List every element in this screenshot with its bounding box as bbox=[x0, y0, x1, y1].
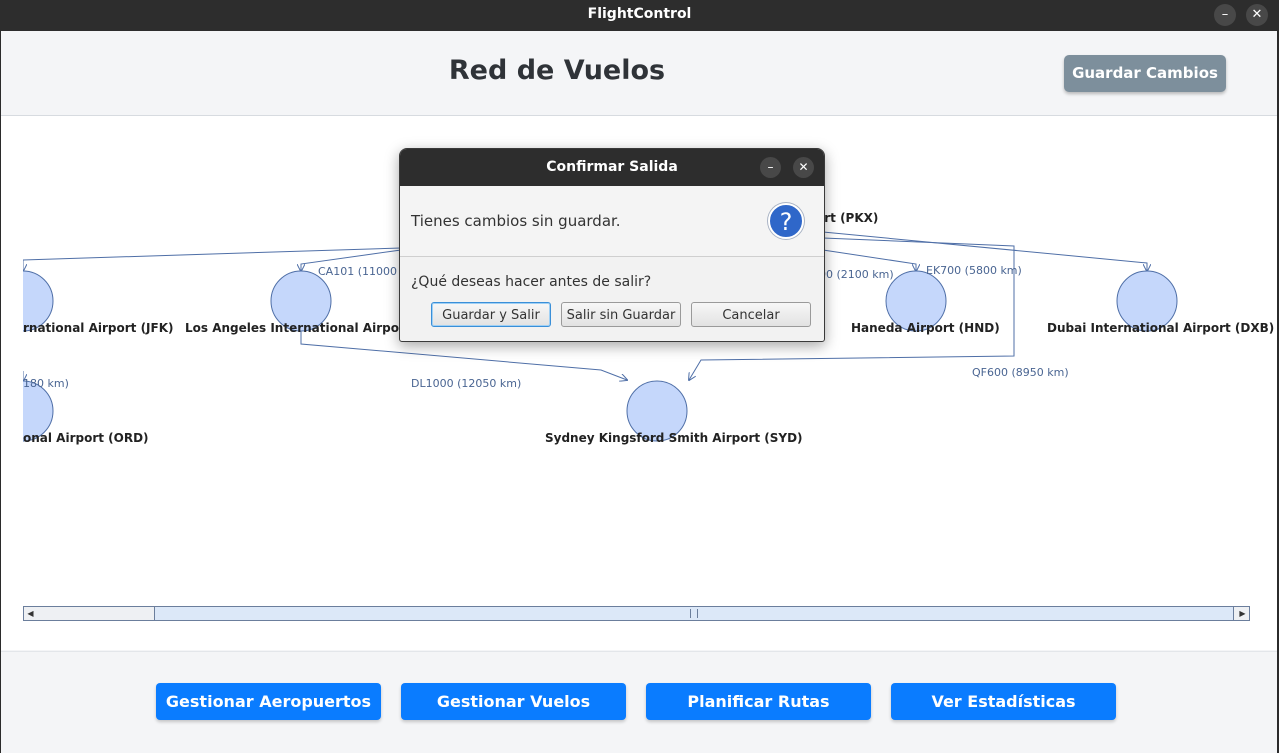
cancel-button[interactable]: Cancelar bbox=[691, 302, 811, 327]
dialog-message: Tienes cambios sin guardar. bbox=[411, 212, 621, 230]
dialog-message-area: Tienes cambios sin guardar. ? bbox=[400, 186, 824, 257]
dialog-close-button[interactable]: ✕ bbox=[793, 157, 814, 178]
node-label-dxb: Dubai International Airport (DXB) bbox=[1047, 321, 1274, 335]
view-statistics-button[interactable]: Ver Estadísticas bbox=[891, 683, 1116, 720]
footer-toolbar: Gestionar Aeropuertos Gestionar Vuelos P… bbox=[1, 651, 1277, 753]
app-window: Red de Vuelos Guardar Cambios CA101 (110… bbox=[1, 31, 1277, 753]
header: Red de Vuelos Guardar Cambios bbox=[1, 31, 1277, 116]
window-close-button[interactable]: ✕ bbox=[1246, 4, 1268, 26]
node-label-ord: onal Airport (ORD) bbox=[23, 431, 149, 445]
scrollbar-thumb[interactable] bbox=[154, 607, 1234, 620]
node-label-syd: Sydney Kingsford Smith Airport (SYD) bbox=[545, 431, 803, 445]
scrollbar-grip-icon bbox=[690, 609, 698, 618]
save-and-exit-button[interactable]: Guardar y Salir bbox=[431, 302, 551, 327]
scroll-left-arrow-icon[interactable]: ◀ bbox=[24, 607, 37, 620]
question-icon: ? bbox=[768, 203, 804, 239]
save-changes-button[interactable]: Guardar Cambios bbox=[1064, 55, 1226, 92]
node-label-pkx: ort (PKX) bbox=[816, 211, 878, 225]
dialog-titlebar: Confirmar Salida – ✕ bbox=[400, 149, 824, 186]
manage-airports-button[interactable]: Gestionar Aeropuertos bbox=[156, 683, 381, 720]
node-label-jfk: rnational Airport (JFK) bbox=[23, 321, 174, 335]
window-title: FlightControl bbox=[587, 6, 692, 22]
confirm-exit-dialog: Confirmar Salida – ✕ Tienes cambios sin … bbox=[399, 148, 825, 342]
dialog-question: ¿Qué deseas hacer antes de salir? bbox=[411, 274, 652, 290]
edge-label-ek700: EK700 (5800 km) bbox=[926, 264, 1022, 277]
exit-without-saving-button[interactable]: Salir sin Guardar bbox=[561, 302, 681, 327]
plan-routes-button[interactable]: Planificar Rutas bbox=[646, 683, 871, 720]
node-label-hnd: Haneda Airport (HND) bbox=[851, 321, 1000, 335]
edge-label-ord: 180 km) bbox=[23, 377, 69, 390]
manage-flights-button[interactable]: Gestionar Vuelos bbox=[401, 683, 626, 720]
scroll-right-arrow-icon[interactable]: ▶ bbox=[1236, 607, 1249, 620]
page-title: Red de Vuelos bbox=[448, 55, 666, 86]
canvas-left-clip bbox=[1, 116, 23, 650]
window-titlebar: FlightControl – ✕ bbox=[0, 0, 1279, 31]
edge-label-qf600: QF600 (8950 km) bbox=[972, 366, 1069, 379]
edge-label-hnd: 00 (2100 km) bbox=[819, 268, 894, 281]
horizontal-scrollbar[interactable]: ◀ ▶ bbox=[23, 606, 1250, 621]
edge-label-dl1000: DL1000 (12050 km) bbox=[411, 377, 521, 390]
dialog-minimize-button[interactable]: – bbox=[760, 157, 781, 178]
window-minimize-button[interactable]: – bbox=[1214, 4, 1236, 26]
